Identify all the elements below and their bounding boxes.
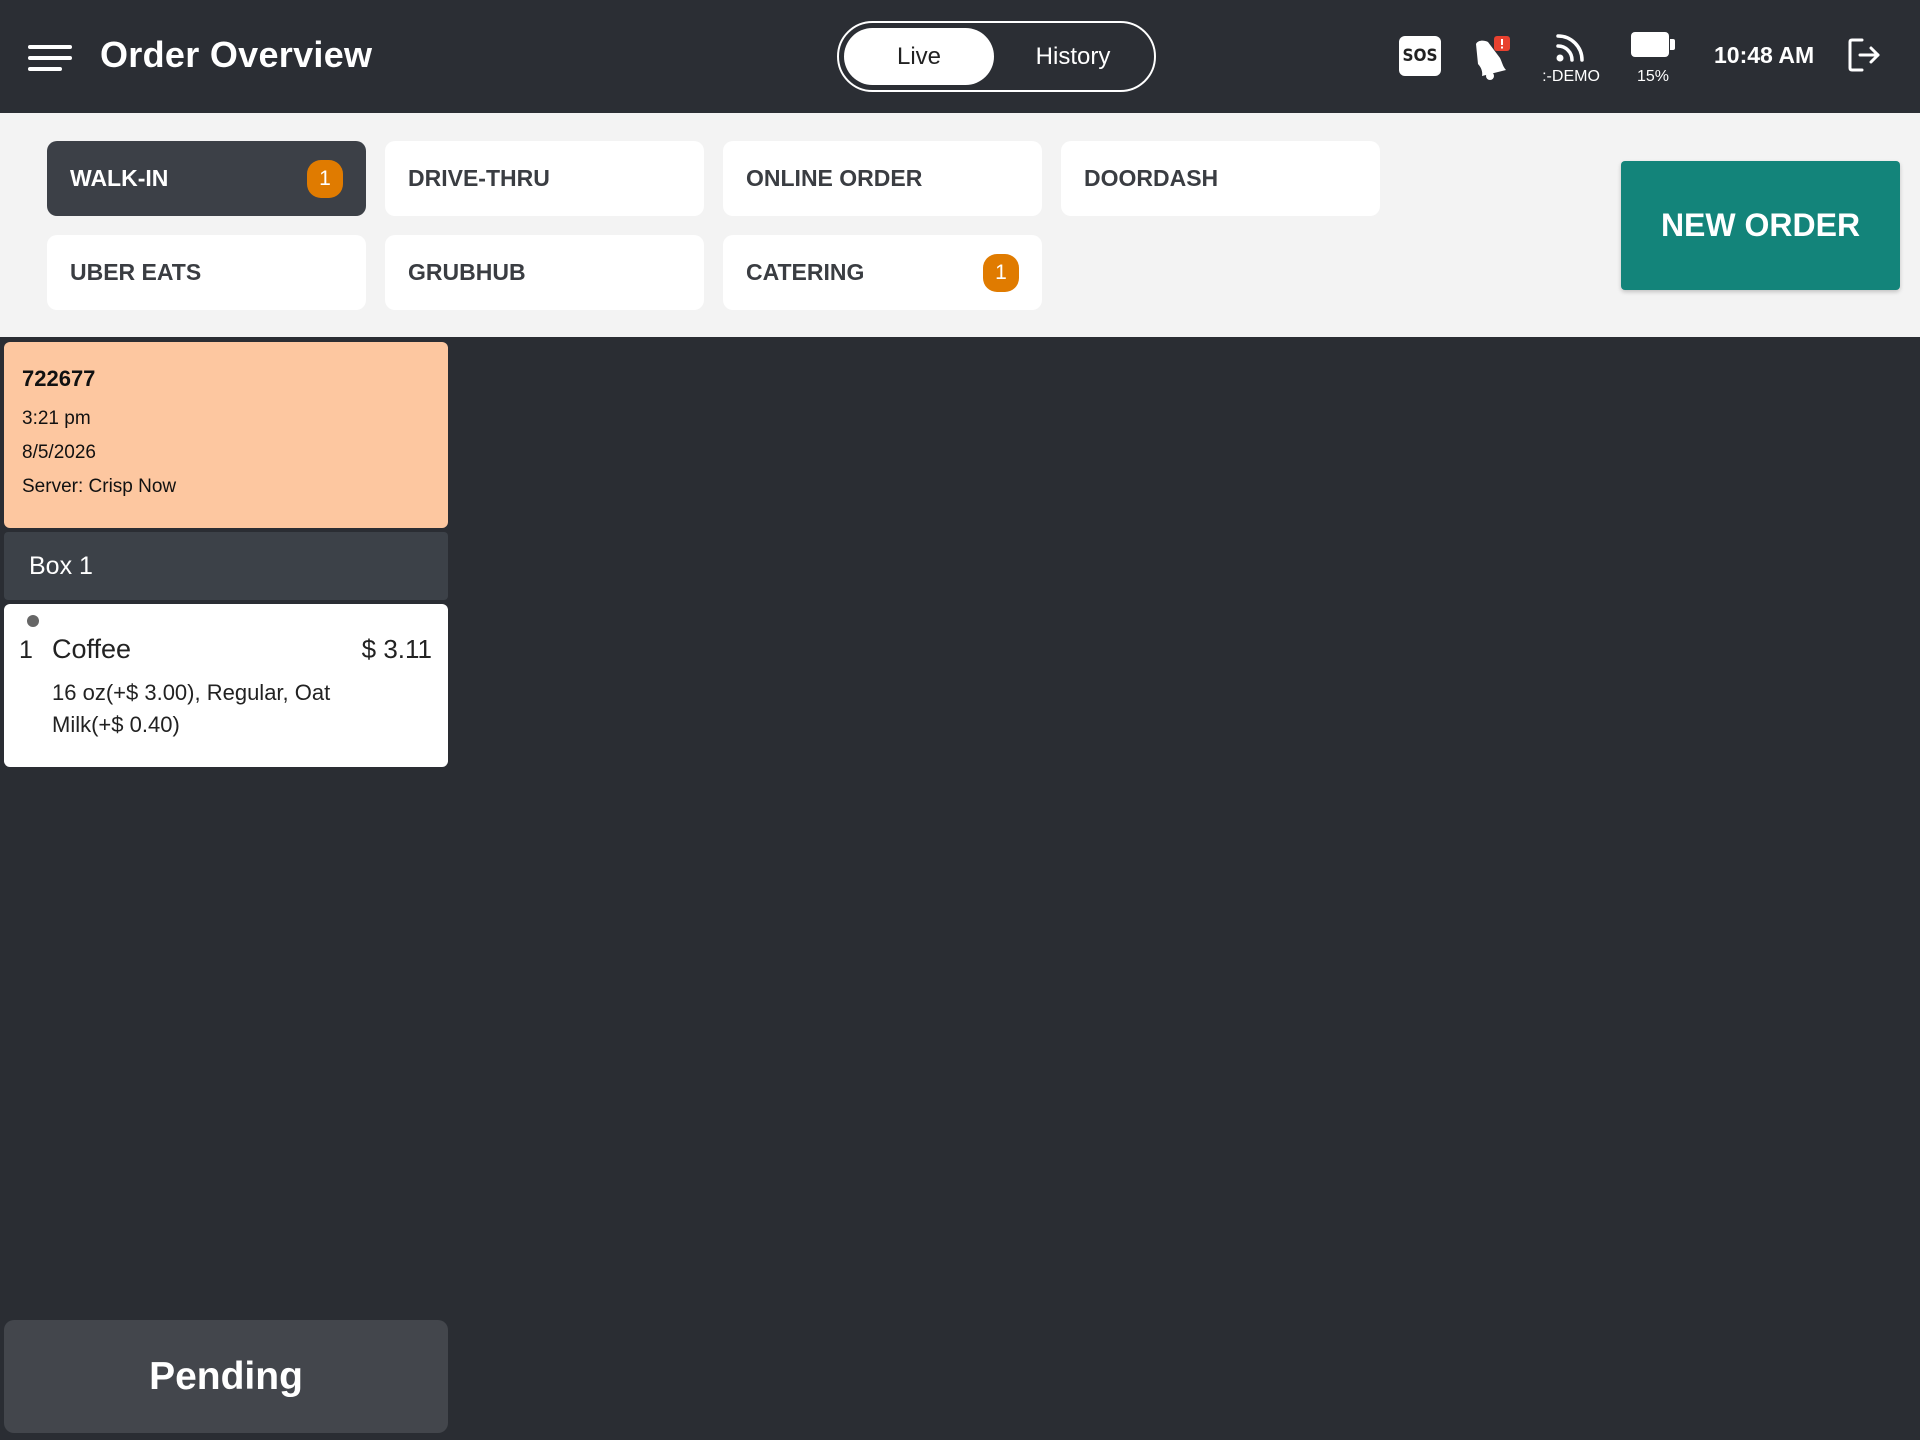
order-type-label: UBER EATS [70,259,202,285]
signal-icon [1556,34,1584,62]
order-type-label: DOORDASH [1084,165,1219,191]
item-status-dot [27,615,39,627]
order-type-uber-eats[interactable]: UBER EATS [47,235,366,310]
page-title: Order Overview [100,34,373,75]
battery-status: 15% [1628,30,1678,90]
order-count-badge: 1 [307,160,343,198]
order-type-label: GRUBHUB [408,259,526,285]
network-label: :-DEMO [1542,68,1600,85]
order-type-catering[interactable]: CATERING 1 [723,235,1042,310]
order-type-label: CATERING [746,259,865,285]
live-mode-button[interactable]: Live [844,28,994,85]
clock-time: 10:48 AM [1714,42,1815,68]
item-name: Coffee [52,634,132,664]
item-modifiers: 16 oz(+$ 3.00), Regular, Oat Milk(+$ 0.4… [52,680,331,737]
item-price: $ 3.11 [361,634,432,664]
hamburger-menu-icon[interactable] [28,45,72,73]
order-count-badge: 1 [983,254,1019,292]
box-header: Box 1 [4,532,448,600]
order-server: Server: Crisp Now [22,476,177,497]
sos-icon[interactable]: SOS [1399,36,1441,76]
order-type-online-order[interactable]: ONLINE ORDER [723,141,1042,216]
order-type-label: WALK-IN [70,165,169,191]
notification-bell-icon[interactable] [1470,34,1512,80]
pending-button[interactable]: Pending [4,1320,448,1433]
battery-percent: 15% [1636,68,1670,85]
history-mode-button[interactable]: History [997,28,1149,85]
order-type-grubhub[interactable]: GRUBHUB [385,235,704,310]
item-quantity: 1 [19,636,33,664]
order-type-walk-in[interactable]: WALK-IN 1 [47,141,366,216]
logout-icon[interactable] [1846,36,1882,74]
order-time: 3:21 pm [22,408,91,429]
network-status[interactable]: :-DEMO [1536,30,1606,90]
new-order-button[interactable]: NEW ORDER [1621,161,1900,290]
order-number: 722677 [22,366,96,391]
order-item-card[interactable]: 1 Coffee $ 3.11 16 oz(+$ 3.00), Regular,… [4,604,448,767]
live-history-toggle: Live History [837,21,1156,92]
order-type-doordash[interactable]: DOORDASH [1061,141,1380,216]
order-ticket-header[interactable]: 722677 3:21 pm 8/5/2026 Server: Crisp No… [4,342,448,528]
order-date: 8/5/2026 [22,442,96,463]
order-type-label: ONLINE ORDER [746,165,923,191]
order-type-label: DRIVE-THRU [408,165,550,191]
order-type-drive-thru[interactable]: DRIVE-THRU [385,141,704,216]
top-bar: Order Overview Live History SOS :-DEMO 1… [0,0,1920,113]
